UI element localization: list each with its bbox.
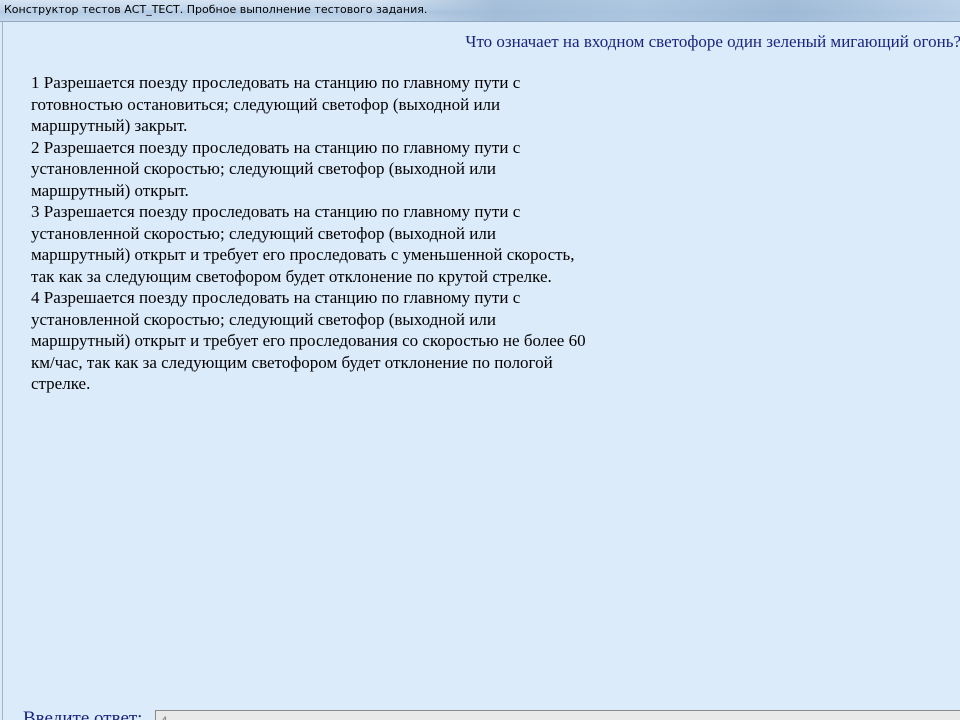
answer-bar: Введите ответ: bbox=[3, 706, 960, 720]
app-window: Конструктор тестов АСТ_ТЕСТ. Пробное вып… bbox=[0, 0, 960, 720]
title-bar[interactable]: Конструктор тестов АСТ_ТЕСТ. Пробное вып… bbox=[0, 0, 960, 22]
window-title: Конструктор тестов АСТ_ТЕСТ. Пробное вып… bbox=[4, 3, 428, 16]
answer-input-label: Введите ответ: bbox=[23, 708, 143, 720]
answer-options-list: 1 Разрешается поезду проследовать на ста… bbox=[31, 72, 651, 395]
test-content-area: Что означает на входном светофоре один з… bbox=[2, 22, 960, 720]
answer-input[interactable] bbox=[155, 710, 960, 720]
answer-option-4: 4 Разрешается поезду проследовать на ста… bbox=[31, 288, 586, 393]
answer-option-2: 2 Разрешается поезду проследовать на ста… bbox=[31, 137, 521, 200]
answer-option-3: 3 Разрешается поезду проследовать на ста… bbox=[31, 202, 575, 286]
title-bar-glass bbox=[380, 0, 960, 21]
answer-option-1: 1 Разрешается поезду проследовать на ста… bbox=[31, 73, 521, 135]
question-text: Что означает на входном светофоре один з… bbox=[465, 32, 960, 51]
